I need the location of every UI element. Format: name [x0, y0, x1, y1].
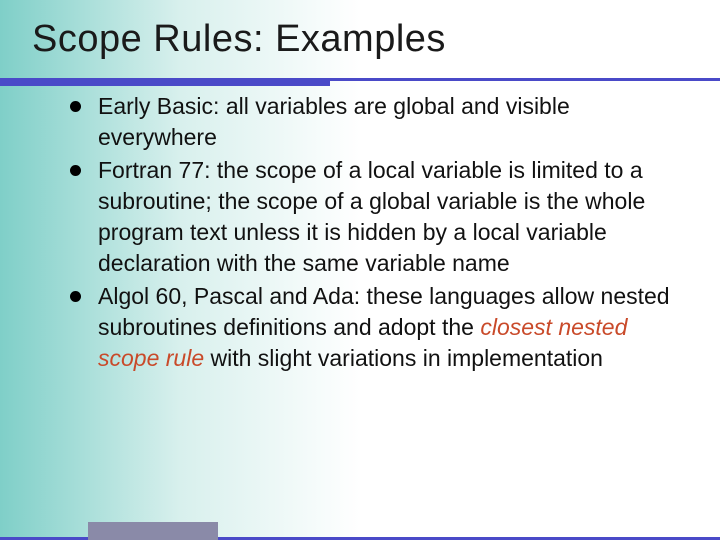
bullet-body-post: with slight variations in implementation	[204, 345, 603, 371]
title-underline	[0, 78, 720, 86]
list-item: Early Basic: all variables are global an…	[70, 91, 680, 153]
footer-bar	[88, 522, 218, 540]
bullet-list: Early Basic: all variables are global an…	[70, 91, 680, 374]
bullet-prefix: Early Basic:	[98, 93, 226, 119]
bullet-prefix: Fortran 77:	[98, 157, 217, 183]
slide-content: Early Basic: all variables are global an…	[0, 61, 720, 374]
bullet-prefix: Algol 60, Pascal and Ada:	[98, 283, 367, 309]
slide-title: Scope Rules: Examples	[0, 0, 720, 61]
list-item: Algol 60, Pascal and Ada: these language…	[70, 281, 680, 374]
list-item: Fortran 77: the scope of a local variabl…	[70, 155, 680, 279]
